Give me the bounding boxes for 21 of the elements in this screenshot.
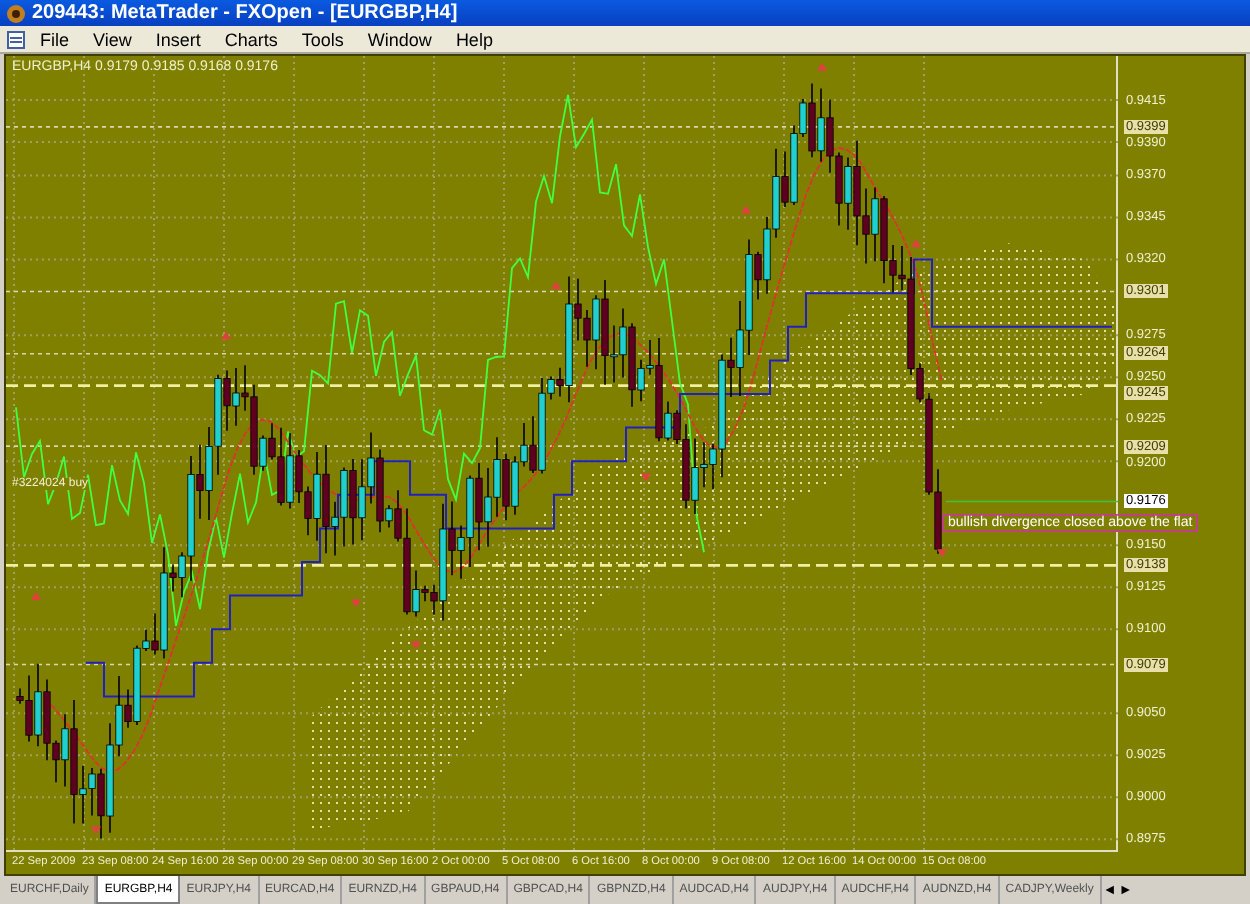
menu-item[interactable]: Tools — [291, 29, 354, 50]
menu-item[interactable]: View — [83, 29, 142, 50]
fractal-arrow — [221, 331, 231, 340]
fractal-arrow — [641, 473, 651, 482]
fractal-arrow — [937, 549, 947, 558]
menu-item[interactable]: Charts — [214, 29, 288, 50]
document-icon[interactable] — [6, 29, 26, 50]
fractal-arrow — [31, 592, 41, 601]
menu-item[interactable]: Window — [357, 29, 442, 50]
fractal-arrow — [411, 641, 421, 650]
fractal-arrow — [817, 62, 827, 71]
window-title: 209443: MetaTrader - FXOpen - [EURGBP,H4] — [32, 2, 458, 24]
menu-item[interactable]: File — [30, 29, 80, 50]
fractal-arrow — [741, 205, 751, 214]
fractal-arrow — [91, 826, 101, 835]
fractal-arrow — [551, 281, 561, 290]
fractal-arrow — [351, 599, 361, 608]
menu-item[interactable]: Help — [445, 29, 503, 50]
fractal-arrow — [911, 239, 921, 248]
menu-item[interactable]: Insert — [145, 29, 211, 50]
app-icon — [6, 3, 26, 23]
